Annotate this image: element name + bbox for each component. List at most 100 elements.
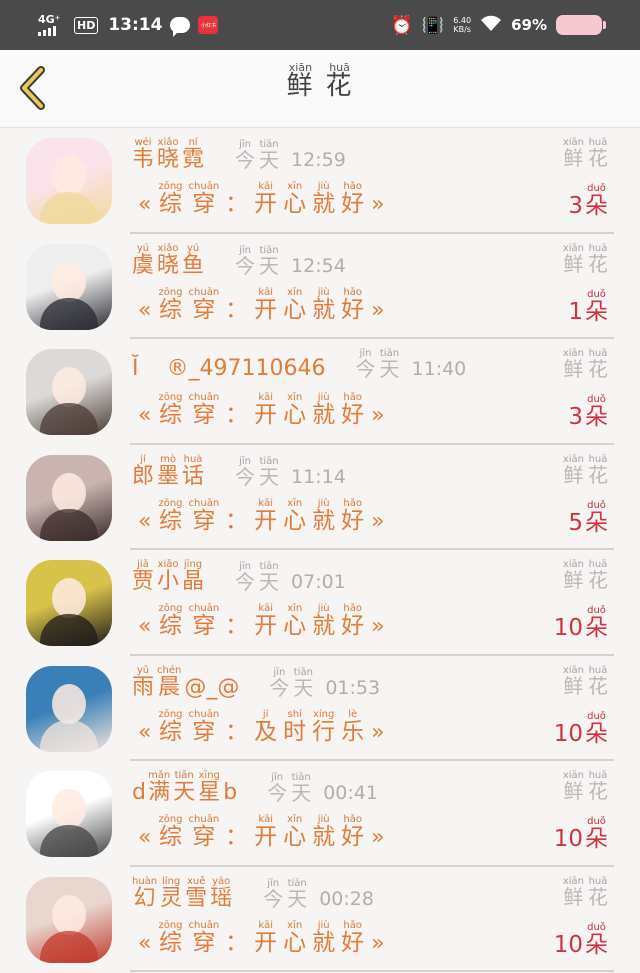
message-char: ：	[225, 509, 248, 533]
name-char: 雪	[185, 887, 207, 910]
count-number: 3	[568, 405, 583, 429]
day-char: 今	[263, 889, 283, 910]
avatar[interactable]	[26, 349, 112, 435]
message-char: 开	[254, 614, 277, 638]
message-char: ：	[225, 614, 248, 638]
title-char: 鲜	[286, 73, 314, 100]
avatar[interactable]	[26, 138, 112, 224]
message-char: 开	[254, 509, 277, 533]
page-header: xiān鲜 huā花	[0, 50, 640, 128]
avatar[interactable]	[26, 771, 112, 857]
send-time: jīn今tiān天00:28	[263, 878, 374, 910]
flower-char: 鲜	[563, 254, 583, 275]
message-char: 开	[254, 192, 277, 216]
name-char: 幻	[134, 887, 156, 910]
quote-open: «	[138, 404, 151, 427]
message-char: 综	[159, 825, 182, 849]
list-item[interactable]: dmǎn满tiān天xīng星bjīn今tiān天00:41«zōng综chuā…	[0, 762, 640, 868]
day-char: 天	[291, 783, 311, 804]
time-text: 11:40	[411, 359, 466, 380]
row-divider	[130, 443, 614, 445]
message-char: 心	[283, 298, 306, 322]
avatar[interactable]	[26, 666, 112, 752]
time-text: 01:53	[325, 678, 380, 699]
flower-char: 花	[588, 254, 608, 275]
message-char: 心	[283, 509, 306, 533]
count-number: 10	[554, 722, 583, 746]
unit-pinyin: duǒ	[587, 922, 606, 933]
list-item[interactable]: jiǎ贾xiǎo小jīng晶jīn今tiān天07:01«zōng综chuān穿…	[0, 551, 640, 657]
list-item[interactable]: yǔ雨chén晨@_@jīn今tiān天01:53«zōng综chuān穿：jí…	[0, 657, 640, 763]
message-pinyin: chuān	[189, 920, 220, 931]
name-char: 瑶	[210, 887, 232, 910]
unit-pinyin: duǒ	[587, 500, 606, 511]
day-char: 天	[293, 678, 313, 699]
name-pinyin: xuě	[187, 876, 205, 887]
flower-char: 鲜	[563, 887, 583, 908]
message-char: 心	[283, 931, 306, 955]
list-item[interactable]: jí郎mò墨huà话jīn今tiān天11:14«zōng综chuān穿：kāi…	[0, 446, 640, 552]
flower-count: 1duǒ朵	[568, 289, 608, 324]
flower-char: 花	[588, 148, 608, 169]
gift-message: «zōng综chuān穿：kāi开xīn心jiù就hǎo好»	[134, 603, 389, 638]
avatar[interactable]	[26, 560, 112, 646]
message-char: 好	[341, 931, 364, 955]
flower-label: xiān鲜huā花	[563, 559, 608, 591]
quote-open: «	[138, 721, 151, 744]
name-pinyin: chén	[157, 665, 181, 676]
name-char: 天	[173, 781, 195, 804]
message-char: 穿	[192, 614, 215, 638]
name-char: 小	[157, 570, 179, 593]
flower-label: xiān鲜huā花	[563, 454, 608, 486]
message-char: 心	[283, 192, 306, 216]
message-char: 开	[254, 931, 277, 955]
message-pinyin: shí	[288, 709, 302, 720]
quote-close: »	[371, 404, 384, 427]
list-item[interactable]: Ĭ®_497110646jīn今tiān天11:40«zōng综chuān穿：k…	[0, 340, 640, 446]
list-item[interactable]: huàn幻líng灵xuě雪yáo瑶jīn今tiān天00:28«zōng综ch…	[0, 868, 640, 973]
message-char: 综	[159, 403, 182, 427]
flower-label: xiān鲜huā花	[563, 665, 608, 697]
name-text: b	[223, 781, 237, 804]
message-char: 穿	[192, 403, 215, 427]
flower-char: 花	[588, 676, 608, 697]
name-char: 灵	[160, 887, 182, 910]
name-char: 贾	[132, 570, 154, 593]
flower-gift-list: wéi韦xiǎo晓ní霓jīn今tiān天12:59«zōng综chuān穿：k…	[0, 129, 640, 973]
message-pinyin: xīn	[287, 498, 302, 509]
message-pinyin: chuān	[189, 287, 220, 298]
message-char: 及	[254, 720, 277, 744]
quote-close: »	[371, 299, 384, 322]
avatar[interactable]	[26, 455, 112, 541]
message-char: 好	[341, 509, 364, 533]
flower-char: 鲜	[563, 676, 583, 697]
avatar[interactable]	[26, 244, 112, 330]
flower-count: 5duǒ朵	[568, 500, 608, 535]
list-item[interactable]: yú虞xiǎo晓yú鱼jīn今tiān天12:54«zōng综chuān穿：kā…	[0, 235, 640, 341]
list-item[interactable]: wéi韦xiǎo晓ní霓jīn今tiān天12:59«zōng综chuān穿：k…	[0, 129, 640, 235]
row-divider	[130, 759, 614, 761]
send-time: jīn今tiān天12:54	[235, 245, 346, 277]
name-char: 星	[198, 781, 220, 804]
message-pinyin: jiù	[318, 498, 330, 509]
sender-name: jí郎mò墨huà话	[132, 454, 207, 488]
network-speed: 6.40 KB/s	[453, 16, 471, 34]
sender-name: huàn幻líng灵xuě雪yáo瑶	[132, 876, 235, 910]
network-speed-value: 6.40	[453, 16, 471, 25]
unit-pinyin: duǒ	[587, 711, 606, 722]
flower-char: 花	[588, 465, 608, 486]
message-pinyin: zōng	[158, 920, 182, 931]
message-notification-icon	[170, 17, 190, 33]
name-pinyin: huà	[184, 454, 203, 465]
battery-icon	[556, 15, 602, 35]
message-pinyin: kāi	[258, 920, 273, 931]
message-char: 就	[312, 403, 335, 427]
day-char: 今	[235, 467, 255, 488]
gift-message: «zōng综chuān穿：kāi开xīn心jiù就hǎo好»	[134, 181, 389, 216]
name-char: 满	[148, 781, 170, 804]
message-pinyin: kāi	[258, 287, 273, 298]
quote-close: »	[371, 932, 384, 955]
flower-label: xiān鲜huā花	[563, 243, 608, 275]
gift-message: «zōng综chuān穿：kāi开xīn心jiù就hǎo好»	[134, 920, 389, 955]
unit-char: 朵	[585, 616, 608, 640]
